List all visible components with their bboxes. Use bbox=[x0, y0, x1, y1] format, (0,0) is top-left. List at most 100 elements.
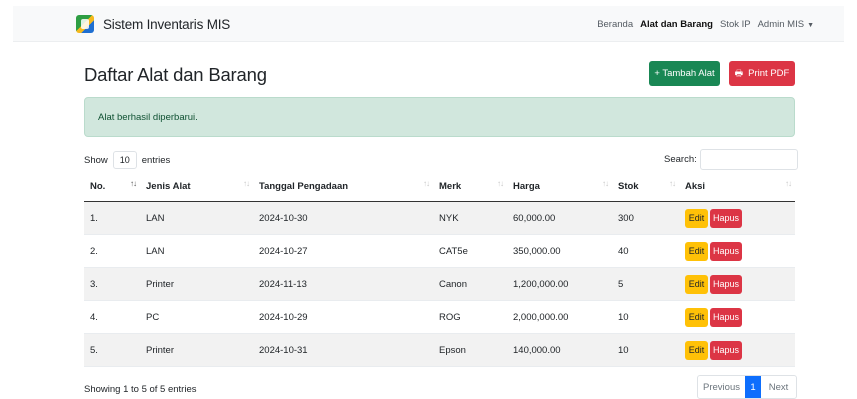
column-header-jenis-alat[interactable]: Jenis Alat ↑↓ bbox=[140, 172, 253, 201]
sort-icon: ↑↓ bbox=[669, 179, 676, 188]
cell-jenis: LAN bbox=[146, 212, 165, 224]
cell-stok: 40 bbox=[618, 245, 629, 257]
page-1-button[interactable]: 1 bbox=[745, 376, 761, 398]
caret-down-icon: ▼ bbox=[807, 21, 814, 29]
sort-icon: ↑↓ bbox=[602, 179, 609, 188]
column-header-harga[interactable]: Harga ↑↓ bbox=[507, 172, 612, 201]
column-header-label: No. bbox=[90, 181, 106, 192]
alert-message: Alat berhasil diperbarui. bbox=[98, 111, 198, 123]
cell-tanggal: 2024-10-29 bbox=[259, 311, 308, 323]
column-header-label: Tanggal Pengadaan bbox=[259, 181, 349, 192]
cell-no: 4. bbox=[90, 311, 98, 323]
cell-stok: 10 bbox=[618, 311, 629, 323]
cell-no: 1. bbox=[90, 212, 98, 224]
cell-no: 3. bbox=[90, 278, 98, 290]
brand-logo-icon bbox=[76, 15, 94, 33]
column-header-label: Jenis Alat bbox=[146, 181, 191, 192]
entries-control: Show 10 entries bbox=[84, 150, 170, 170]
table-row: 4. PC 2024-10-29 ROG 2,000,000.00 10 Edi… bbox=[84, 301, 795, 334]
cell-tanggal: 2024-10-27 bbox=[259, 245, 308, 257]
add-item-button[interactable]: + Tambah Alat bbox=[649, 61, 720, 86]
cell-tanggal: 2024-10-31 bbox=[259, 344, 308, 356]
cell-merk: Canon bbox=[439, 278, 467, 290]
cell-stok: 5 bbox=[618, 278, 624, 290]
cell-tanggal: 2024-10-30 bbox=[259, 212, 308, 224]
cell-aksi: Edit Hapus bbox=[679, 235, 795, 267]
user-name: Admin MIS bbox=[757, 18, 805, 30]
entries-select[interactable]: 10 bbox=[112, 151, 137, 169]
print-pdf-label: Print PDF bbox=[748, 68, 790, 79]
sort-icon: ↑↓ bbox=[243, 179, 250, 188]
search-label: Search: bbox=[664, 154, 697, 165]
print-pdf-button[interactable]: 🖶 Print PDF bbox=[729, 61, 795, 86]
nav-item-alat-dan-barang[interactable]: Alat dan Barang bbox=[640, 19, 713, 30]
edit-button[interactable]: Edit bbox=[685, 241, 708, 261]
cell-jenis: PC bbox=[146, 311, 160, 323]
edit-button[interactable]: Edit bbox=[685, 208, 708, 228]
column-header-label: Stok bbox=[618, 181, 639, 192]
cell-aksi: Edit Hapus bbox=[679, 334, 795, 366]
edit-button[interactable]: Edit bbox=[685, 307, 708, 327]
cell-aksi: Edit Hapus bbox=[679, 202, 795, 234]
entries-label: entries bbox=[141, 154, 171, 166]
delete-button[interactable]: Hapus bbox=[710, 208, 742, 228]
delete-button[interactable]: Hapus bbox=[710, 307, 742, 327]
page-title: Daftar Alat dan Barang bbox=[84, 64, 267, 85]
column-header-label: Harga bbox=[513, 181, 540, 192]
cell-tanggal: 2024-11-13 bbox=[259, 278, 307, 290]
top-navbar: Sistem Inventaris MIS Beranda Alat dan B… bbox=[13, 6, 844, 42]
nav-item-beranda[interactable]: Beranda bbox=[597, 19, 633, 30]
cell-merk: ROG bbox=[439, 311, 461, 323]
success-alert: Alat berhasil diperbarui. bbox=[84, 97, 795, 137]
brand-title: Sistem Inventaris MIS bbox=[103, 16, 231, 32]
items-table: No. ↑↓ Jenis Alat ↑↓ Tanggal Pengadaan ↑↓ M… bbox=[84, 172, 795, 367]
cell-harga: 140,000.00 bbox=[513, 344, 561, 356]
table-row: 1. LAN 2024-10-30 NYK 60,000.00 300 Edit… bbox=[84, 202, 795, 235]
edit-button[interactable]: Edit bbox=[685, 274, 708, 294]
table-row: 5. Printer 2024-10-31 Epson 140,000.00 1… bbox=[84, 334, 795, 367]
search-input[interactable] bbox=[699, 149, 798, 170]
cell-merk: NYK bbox=[439, 212, 459, 224]
column-header-label: Merk bbox=[439, 181, 462, 192]
cell-harga: 1,200,000.00 bbox=[513, 278, 569, 290]
printer-icon: 🖶 bbox=[734, 67, 744, 78]
column-header-merk[interactable]: Merk ↑↓ bbox=[433, 172, 507, 201]
column-header-no[interactable]: No. ↑↓ bbox=[84, 172, 140, 201]
delete-button[interactable]: Hapus bbox=[710, 274, 742, 294]
cell-aksi: Edit Hapus bbox=[679, 268, 795, 300]
table-row: 3. Printer 2024-11-13 Canon 1,200,000.00… bbox=[84, 268, 795, 301]
sort-icon: ↑↓ bbox=[785, 179, 792, 188]
sort-icon: ↑↓ bbox=[423, 179, 430, 188]
table-header: No. ↑↓ Jenis Alat ↑↓ Tanggal Pengadaan ↑↓ M… bbox=[84, 172, 795, 202]
cell-stok: 300 bbox=[618, 212, 634, 224]
table-info: Showing 1 to 5 of 5 entries bbox=[84, 384, 197, 395]
cell-jenis: LAN bbox=[146, 245, 165, 257]
delete-button[interactable]: Hapus bbox=[710, 340, 742, 360]
sort-icon: ↑↓ bbox=[130, 179, 137, 188]
brand[interactable]: Sistem Inventaris MIS bbox=[76, 6, 230, 42]
pagination: Previous 1 Next bbox=[697, 375, 797, 399]
column-header-label: Aksi bbox=[685, 181, 706, 192]
sort-icon: ↑↓ bbox=[497, 179, 504, 188]
nav-item-stok-ip[interactable]: Stok IP bbox=[720, 19, 751, 30]
table-row: 2. LAN 2024-10-27 CAT5e 350,000.00 40 Ed… bbox=[84, 235, 795, 268]
cell-harga: 60,000.00 bbox=[513, 212, 556, 224]
column-header-aksi[interactable]: Aksi ↑↓ bbox=[679, 172, 795, 201]
column-header-stok[interactable]: Stok ↑↓ bbox=[612, 172, 679, 201]
column-header-tanggal[interactable]: Tanggal Pengadaan ↑↓ bbox=[253, 172, 433, 201]
cell-stok: 10 bbox=[618, 344, 629, 356]
cell-merk: Epson bbox=[439, 344, 466, 356]
cell-no: 5. bbox=[90, 344, 98, 356]
cell-jenis: Printer bbox=[146, 344, 174, 356]
delete-button[interactable]: Hapus bbox=[710, 241, 742, 261]
previous-page-button[interactable]: Previous bbox=[698, 376, 745, 398]
cell-aksi: Edit Hapus bbox=[679, 301, 795, 333]
next-page-button[interactable]: Next bbox=[761, 376, 796, 398]
search-control: Search: bbox=[664, 149, 798, 170]
cell-harga: 350,000.00 bbox=[513, 245, 561, 257]
user-menu[interactable]: Admin MIS ▼ bbox=[758, 19, 814, 30]
cell-jenis: Printer bbox=[146, 278, 174, 290]
cell-harga: 2,000,000.00 bbox=[513, 311, 569, 323]
cell-no: 2. bbox=[90, 245, 98, 257]
edit-button[interactable]: Edit bbox=[685, 340, 708, 360]
